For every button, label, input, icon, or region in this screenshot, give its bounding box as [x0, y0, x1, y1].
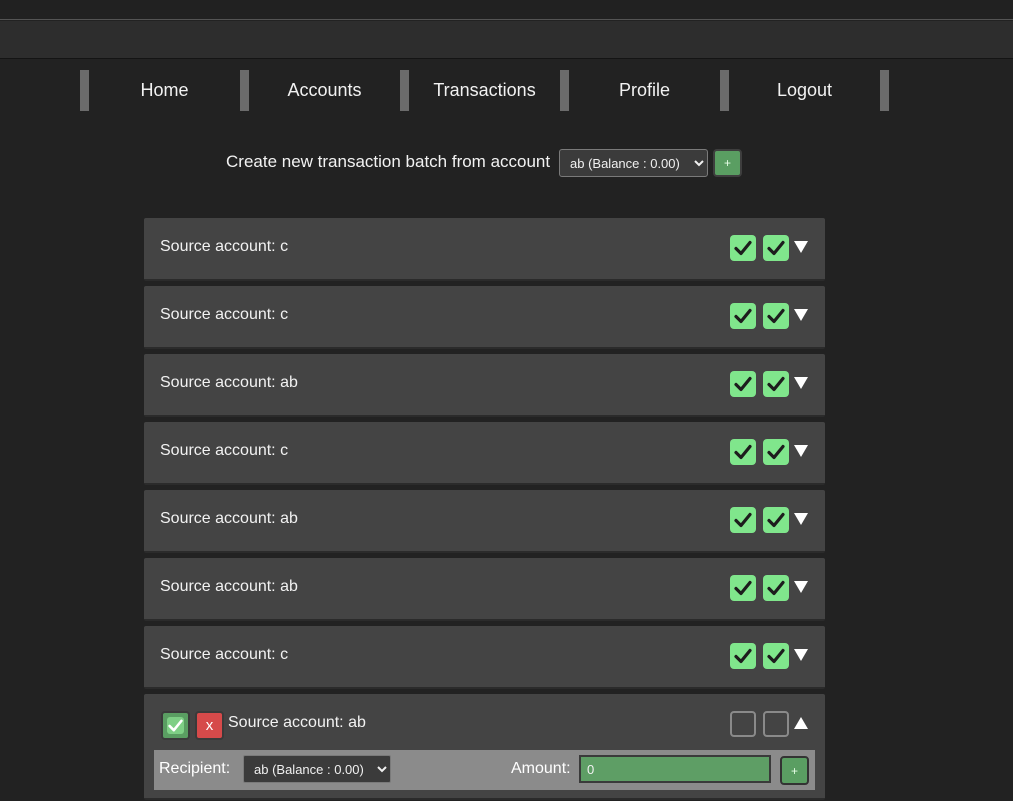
batch-checkbox[interactable] — [763, 303, 789, 329]
expand-toggle[interactable] — [794, 240, 808, 254]
triangle-down-icon — [794, 512, 808, 526]
triangle-down-icon — [794, 444, 808, 458]
nav-separator — [880, 70, 889, 111]
batch-source-label: Source account: c — [160, 646, 289, 663]
batch-row[interactable]: Source account: ab — [144, 558, 825, 621]
batch-source-label: Source account: ab — [160, 510, 298, 527]
nav-separator — [80, 70, 89, 111]
expand-toggle[interactable] — [794, 648, 808, 662]
batch-checkbox[interactable] — [763, 507, 789, 533]
transaction-row: Recipient: ab (Balance : 0.00) Amount: + — [154, 750, 815, 790]
confirm-batch-button[interactable] — [161, 711, 190, 740]
batch-checkbox[interactable] — [763, 711, 789, 737]
batch-checkbox[interactable] — [763, 439, 789, 465]
top-bar — [0, 0, 1013, 20]
batch-checkbox[interactable] — [763, 643, 789, 669]
batch-source-label: Source account: c — [160, 306, 289, 323]
batch-row[interactable]: Source account: ab — [144, 354, 825, 417]
expand-toggle[interactable] — [794, 512, 808, 526]
triangle-up-icon — [794, 716, 808, 730]
nav-separator — [240, 70, 249, 111]
expand-toggle[interactable] — [794, 444, 808, 458]
nav-separator — [400, 70, 409, 111]
collapse-toggle[interactable] — [794, 716, 808, 730]
batch-row[interactable]: x Source account: ab Recipient: ab (Balan… — [144, 694, 825, 800]
triangle-down-icon — [794, 376, 808, 390]
batch-checkbox[interactable] — [730, 575, 756, 601]
batch-checkbox[interactable] — [763, 235, 789, 261]
create-batch-row: Create new transaction batch from accoun… — [0, 149, 1013, 179]
check-icon — [733, 306, 753, 326]
check-icon — [167, 717, 184, 734]
batch-checkbox[interactable] — [730, 643, 756, 669]
check-icon — [766, 442, 786, 462]
batch-checkbox[interactable] — [730, 235, 756, 261]
batch-checkbox[interactable] — [730, 303, 756, 329]
batch-source-label: Source account: ab — [228, 714, 366, 731]
recipient-label: Recipient: — [159, 760, 231, 777]
batch-checkbox[interactable] — [763, 575, 789, 601]
triangle-down-icon — [794, 308, 808, 322]
batch-source-label: Source account: c — [160, 442, 289, 459]
check-icon — [733, 578, 753, 598]
batch-checkbox[interactable] — [730, 507, 756, 533]
batch-source-label: Source account: ab — [160, 578, 298, 595]
check-icon — [766, 374, 786, 394]
create-batch-label: Create new transaction batch from accoun… — [226, 152, 551, 171]
recipient-select[interactable]: ab (Balance : 0.00) — [243, 755, 391, 783]
nav-accounts[interactable]: Accounts — [249, 70, 400, 111]
triangle-down-icon — [794, 580, 808, 594]
check-icon — [733, 374, 753, 394]
batch-row[interactable]: Source account: c — [144, 422, 825, 485]
nav-separator — [560, 70, 569, 111]
nav-logout[interactable]: Logout — [729, 70, 880, 111]
nav-profile[interactable]: Profile — [569, 70, 720, 111]
check-icon — [766, 646, 786, 666]
nav-separator — [720, 70, 729, 111]
triangle-down-icon — [794, 240, 808, 254]
batch-row[interactable]: Source account: c — [144, 286, 825, 349]
batch-checkbox[interactable] — [763, 371, 789, 397]
check-icon — [733, 510, 753, 530]
expand-toggle[interactable] — [794, 580, 808, 594]
amount-label: Amount: — [511, 760, 571, 777]
check-icon — [766, 238, 786, 258]
check-icon — [766, 510, 786, 530]
header-bar — [0, 21, 1013, 59]
create-batch-button[interactable]: + — [713, 149, 742, 177]
source-account-select[interactable]: ab (Balance : 0.00) — [559, 149, 708, 177]
batch-row[interactable]: Source account: ab — [144, 490, 825, 553]
batch-checkbox[interactable] — [730, 439, 756, 465]
check-icon — [766, 578, 786, 598]
batch-source-label: Source account: c — [160, 238, 289, 255]
expand-toggle[interactable] — [794, 376, 808, 390]
batch-row[interactable]: Source account: c — [144, 218, 825, 281]
add-transaction-button[interactable]: + — [780, 756, 809, 785]
delete-batch-button[interactable]: x — [195, 711, 224, 740]
batch-checkbox[interactable] — [730, 371, 756, 397]
batch-row[interactable]: Source account: c — [144, 626, 825, 689]
check-icon — [733, 442, 753, 462]
batch-source-label: Source account: ab — [160, 374, 298, 391]
nav-transactions[interactable]: Transactions — [409, 70, 560, 111]
check-icon — [733, 238, 753, 258]
triangle-down-icon — [794, 648, 808, 662]
batch-checkbox[interactable] — [730, 711, 756, 737]
expand-toggle[interactable] — [794, 308, 808, 322]
check-icon — [766, 306, 786, 326]
check-icon — [733, 646, 753, 666]
nav-home[interactable]: Home — [89, 70, 240, 111]
amount-input[interactable] — [579, 755, 771, 783]
